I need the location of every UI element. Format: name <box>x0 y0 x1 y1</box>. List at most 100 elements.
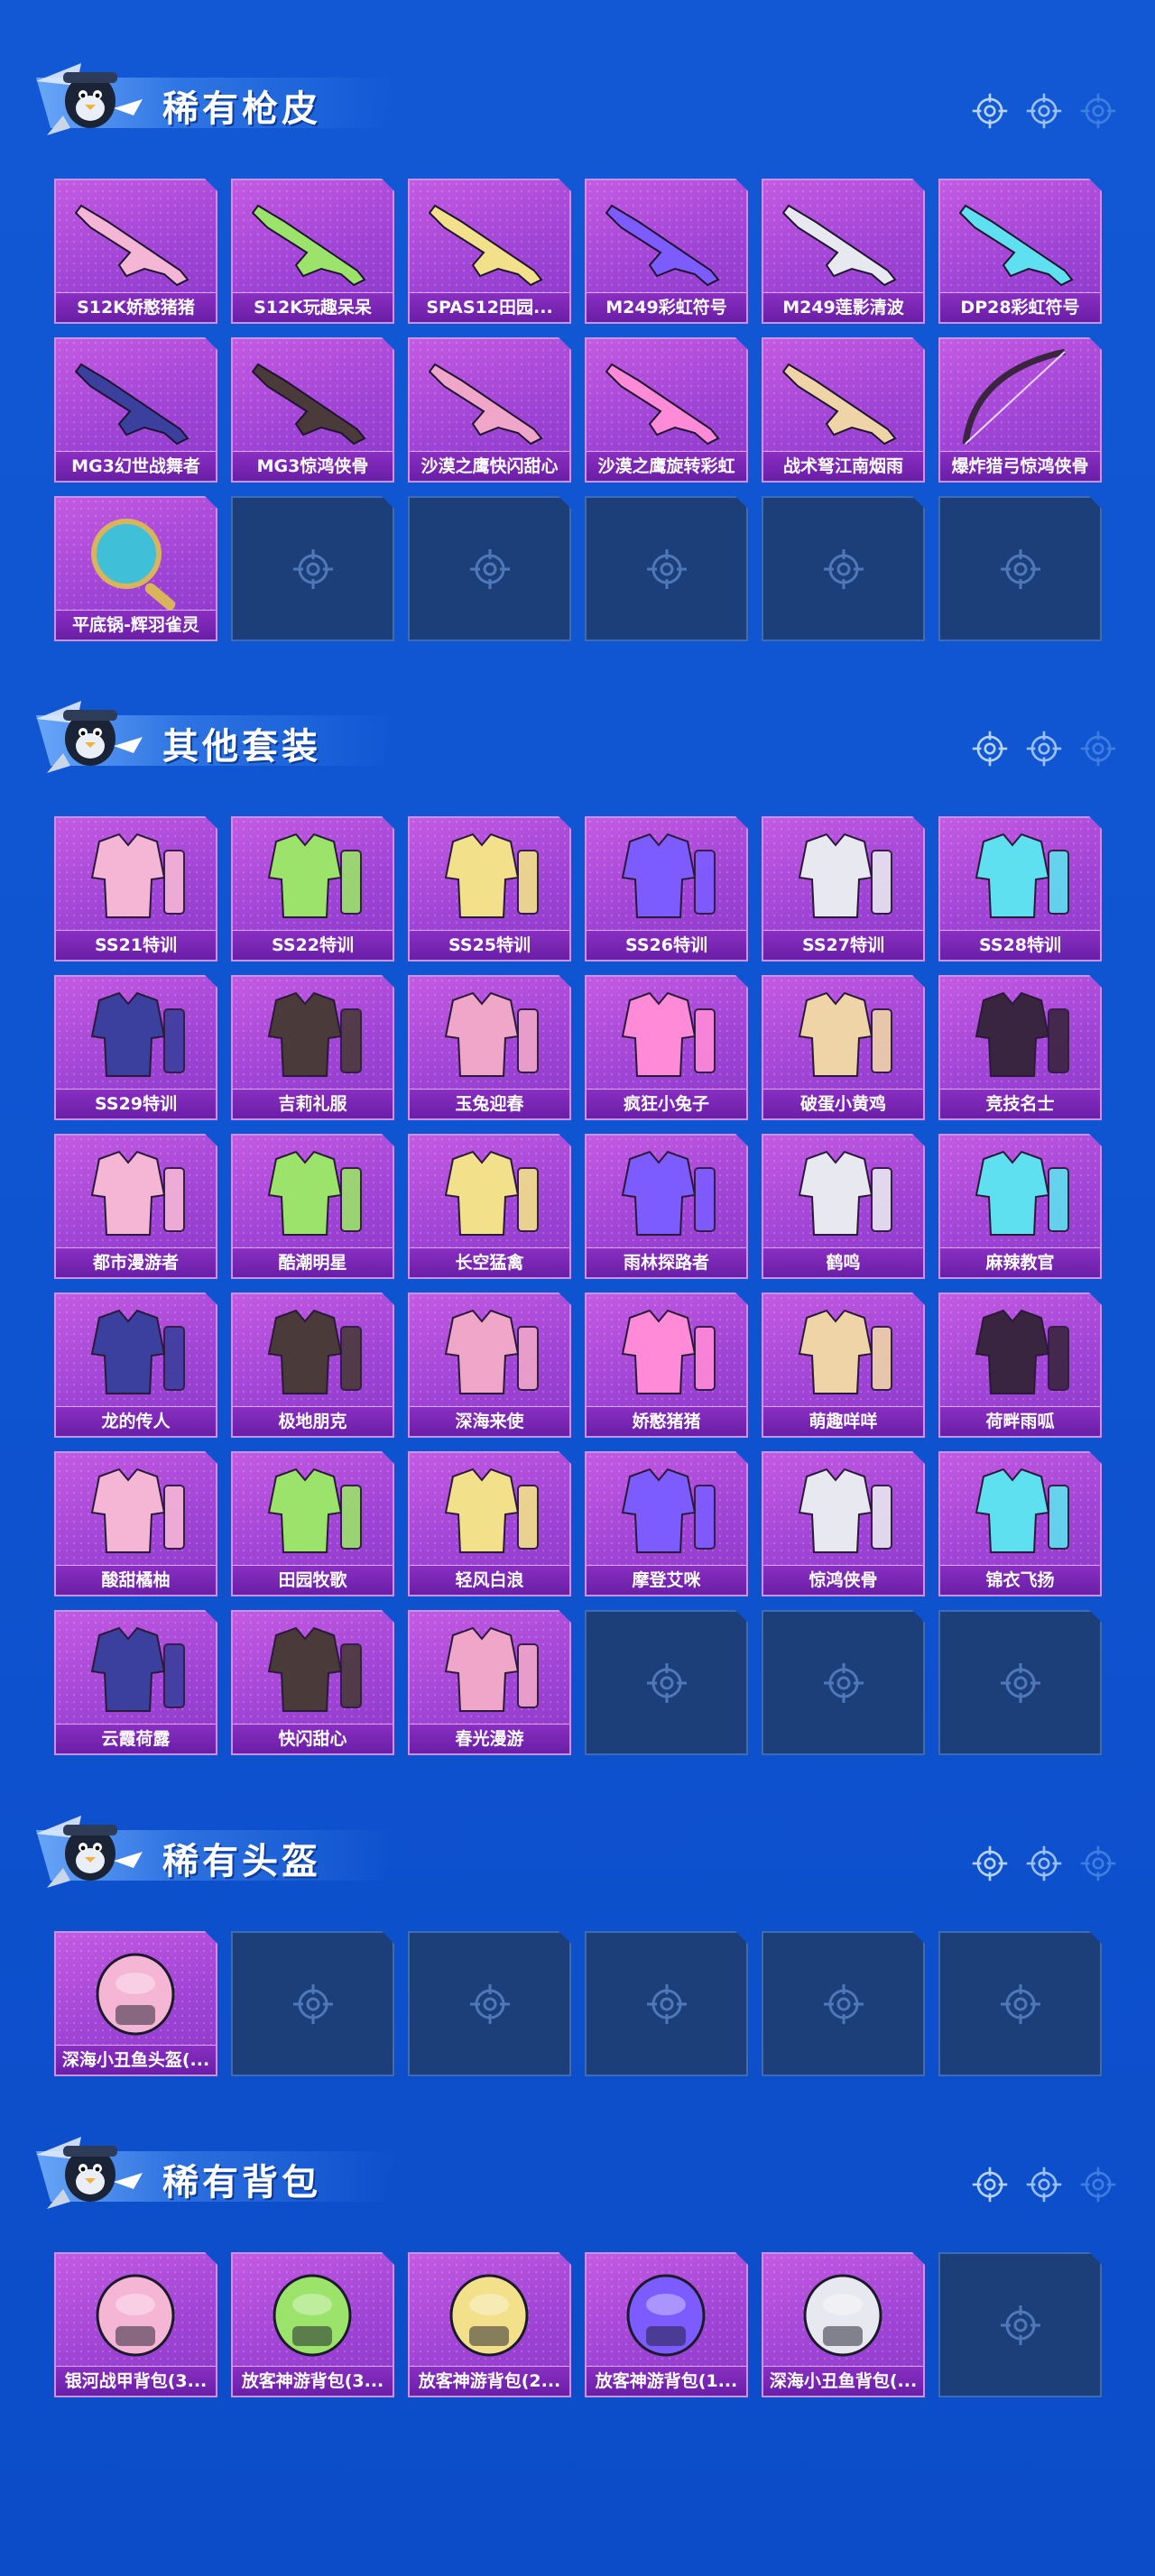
item-card[interactable]: 酸甜橘柚 <box>54 1451 217 1596</box>
item-name: SS21特训 <box>56 930 216 960</box>
item-card[interactable]: DP28彩虹符号 <box>938 179 1102 324</box>
item-card[interactable]: 田园牧歌 <box>231 1451 394 1596</box>
penguin-mascot-icon <box>27 683 153 782</box>
item-card[interactable]: MG3幻世战舞者 <box>54 337 217 483</box>
item-name: 沙漠之鹰快闪甜心 <box>410 451 569 481</box>
item-card[interactable]: 深海小丑鱼头盔(... <box>54 1931 217 2076</box>
item-card[interactable]: 放客神游背包(2... <box>408 2252 571 2397</box>
crosshair-icon <box>971 730 1009 768</box>
crosshair-icon <box>1025 1845 1063 1882</box>
crosshair-icon <box>999 1661 1042 1705</box>
item-card[interactable]: SS28特训 <box>938 816 1102 961</box>
crosshair-icon <box>645 1661 688 1705</box>
item-card[interactable]: 深海来使 <box>408 1293 571 1438</box>
item-name: 疯狂小兔子 <box>587 1089 746 1118</box>
item-card[interactable]: 平底锅-辉羽雀灵 <box>54 496 217 641</box>
item-card[interactable]: SS21特训 <box>54 816 217 961</box>
item-name: 深海小丑鱼背包(... <box>763 2366 923 2396</box>
crosshair-icon <box>1025 2166 1063 2203</box>
empty-slot <box>408 496 571 641</box>
item-card[interactable]: 放客神游背包(3... <box>231 2252 394 2397</box>
item-card[interactable]: 竞技名士 <box>938 975 1102 1120</box>
item-name: 长空猛禽 <box>410 1247 569 1277</box>
item-name: M249莲影清波 <box>763 292 923 322</box>
crosshair-icon <box>971 92 1009 130</box>
item-card[interactable]: 鹤鸣 <box>762 1134 925 1279</box>
item-card[interactable]: 极地朋克 <box>231 1293 394 1438</box>
item-card[interactable]: 摩登艾咪 <box>585 1451 748 1596</box>
item-card[interactable]: 春光漫游 <box>408 1610 571 1755</box>
item-card[interactable]: SS25特训 <box>408 816 571 961</box>
item-grid: SS21特训 SS22特训 SS25特训 SS26特训 SS27特训 SS28特训 SS29… <box>54 816 1102 1755</box>
item-card[interactable]: 酷潮明星 <box>231 1134 394 1279</box>
item-card[interactable]: 娇憨猪猪 <box>585 1293 748 1438</box>
item-card[interactable]: 都市漫游者 <box>54 1134 217 1279</box>
penguin-mascot-icon <box>27 1798 153 1897</box>
item-card[interactable]: 锦衣飞扬 <box>938 1451 1102 1596</box>
section-header: 稀有枪皮 <box>0 45 1155 144</box>
item-card[interactable]: SS26特训 <box>585 816 748 961</box>
crosshair-icon <box>999 1983 1042 2026</box>
item-card[interactable]: 银河战甲背包(3... <box>54 2252 217 2397</box>
section-title: 稀有头盔 <box>162 1841 321 1882</box>
item-name: 田园牧歌 <box>233 1565 393 1595</box>
item-card[interactable]: SS29特训 <box>54 975 217 1120</box>
item-name: S12K娇憨猪猪 <box>56 292 216 322</box>
section-title: 稀有枪皮 <box>162 88 321 130</box>
item-card[interactable]: M249莲影清波 <box>762 179 925 324</box>
item-card[interactable]: 深海小丑鱼背包(... <box>762 2252 925 2397</box>
item-name: DP28彩虹符号 <box>940 292 1100 322</box>
crosshair-icon <box>999 2304 1042 2347</box>
item-card[interactable]: 疯狂小兔子 <box>585 975 748 1120</box>
item-card[interactable]: 战术弩江南烟雨 <box>762 337 925 483</box>
item-card[interactable]: M249彩虹符号 <box>585 179 748 324</box>
item-name: 深海来使 <box>410 1406 569 1436</box>
item-card[interactable]: SS22特训 <box>231 816 394 961</box>
item-grid: S12K娇憨猪猪 S12K玩趣呆呆 SPAS12田园... M249彩虹符号 M249莲… <box>54 179 1102 641</box>
item-card[interactable]: 云霞荷露 <box>54 1610 217 1755</box>
crosshair-icon <box>822 1983 865 2026</box>
empty-slot <box>762 496 925 641</box>
crosshair-decoration <box>971 92 1117 130</box>
item-card[interactable]: 龙的传人 <box>54 1293 217 1438</box>
item-card[interactable]: SPAS12田园... <box>408 179 571 324</box>
empty-slot <box>585 1610 748 1755</box>
item-card[interactable]: 萌趣咩咩 <box>762 1293 925 1438</box>
item-card[interactable]: 轻风白浪 <box>408 1451 571 1596</box>
item-name: 竞技名士 <box>940 1089 1100 1118</box>
empty-slot <box>231 1931 394 2076</box>
item-card[interactable]: 长空猛禽 <box>408 1134 571 1279</box>
item-card[interactable]: 玉兔迎春 <box>408 975 571 1120</box>
item-card[interactable]: 沙漠之鹰快闪甜心 <box>408 337 571 483</box>
section-rare-helmets: 稀有头盔 深海小丑鱼头盔(... <box>0 1798 1155 1897</box>
item-grid: 银河战甲背包(3... 放客神游背包(3... 放客神游背包(2... 放客神游背包(… <box>54 2252 1102 2397</box>
crosshair-icon <box>1079 92 1117 130</box>
item-card[interactable]: 沙漠之鹰旋转彩虹 <box>585 337 748 483</box>
item-card[interactable]: SS27特训 <box>762 816 925 961</box>
item-name: 破蛋小黄鸡 <box>763 1089 923 1118</box>
crosshair-icon <box>291 547 335 591</box>
item-card[interactable]: S12K娇憨猪猪 <box>54 179 217 324</box>
item-name: 锦衣飞扬 <box>940 1565 1100 1595</box>
item-grid: 深海小丑鱼头盔(... <box>54 1931 1102 2076</box>
item-name: SS27特训 <box>763 930 923 960</box>
item-card[interactable]: 雨林探路者 <box>585 1134 748 1279</box>
item-name: SS26特训 <box>587 930 746 960</box>
item-card[interactable]: S12K玩趣呆呆 <box>231 179 394 324</box>
crosshair-icon <box>971 2166 1009 2203</box>
item-name: 银河战甲背包(3... <box>56 2366 216 2396</box>
crosshair-icon <box>645 1983 688 2026</box>
section-rare-gun-skins: 稀有枪皮 S12K娇憨猪猪 S12K玩趣呆呆 SPAS12田园... M249彩虹符号 M… <box>0 45 1155 144</box>
item-card[interactable]: 吉莉礼服 <box>231 975 394 1120</box>
item-card[interactable]: 麻辣教官 <box>938 1134 1102 1279</box>
item-card[interactable]: 荷畔雨呱 <box>938 1293 1102 1438</box>
item-card[interactable]: 爆炸猎弓惊鸿侠骨 <box>938 337 1102 483</box>
item-name: 摩登艾咪 <box>587 1565 746 1595</box>
item-name: 放客神游背包(2... <box>410 2366 569 2396</box>
item-name: M249彩虹符号 <box>587 292 746 322</box>
item-card[interactable]: 惊鸿侠骨 <box>762 1451 925 1596</box>
item-card[interactable]: 破蛋小黄鸡 <box>762 975 925 1120</box>
item-card[interactable]: 快闪甜心 <box>231 1610 394 1755</box>
item-card[interactable]: MG3惊鸿侠骨 <box>231 337 394 483</box>
item-card[interactable]: 放客神游背包(1... <box>585 2252 748 2397</box>
